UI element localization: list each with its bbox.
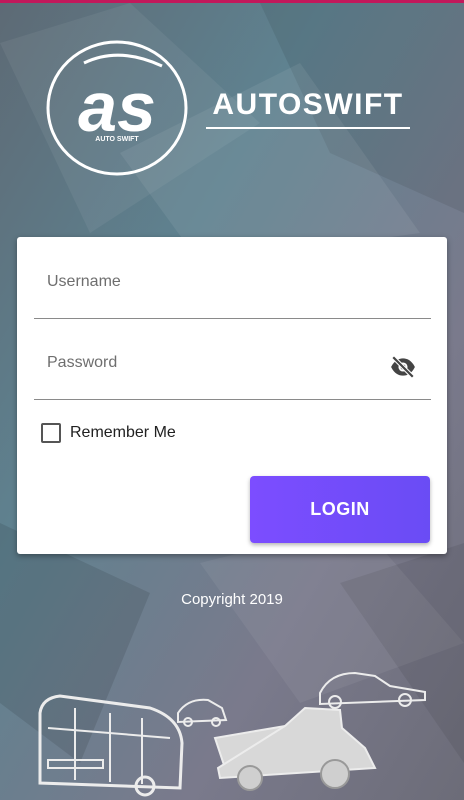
brand-underline [206,127,410,129]
brand-name: AUTOSWIFT [212,88,404,121]
remember-me-label: Remember Me [70,424,176,441]
copyright-text: Copyright 2019 [181,591,283,608]
username-input[interactable] [34,259,394,317]
vehicles-illustration [38,671,426,797]
username-underline [34,318,431,319]
eye-off-icon[interactable] [390,354,416,380]
remember-me-checkbox[interactable] [41,423,61,443]
username-field[interactable]: Username [34,259,431,319]
autoswift-logo: as AUTO SWIFT [44,38,190,178]
logo-emblem-icon: as AUTO SWIFT [46,40,188,176]
login-button[interactable]: LOGIN [250,476,430,543]
brand-title: AUTOSWIFT [206,88,410,130]
logo-caption: AUTO SWIFT [95,136,139,143]
logo-monogram: as [78,68,156,146]
password-underline [34,399,431,400]
login-card: Username Password Remember Me LOGIN [17,237,447,554]
remember-me-row[interactable]: Remember Me [41,422,241,444]
password-input[interactable] [34,340,394,398]
password-field[interactable]: Password [34,340,431,400]
